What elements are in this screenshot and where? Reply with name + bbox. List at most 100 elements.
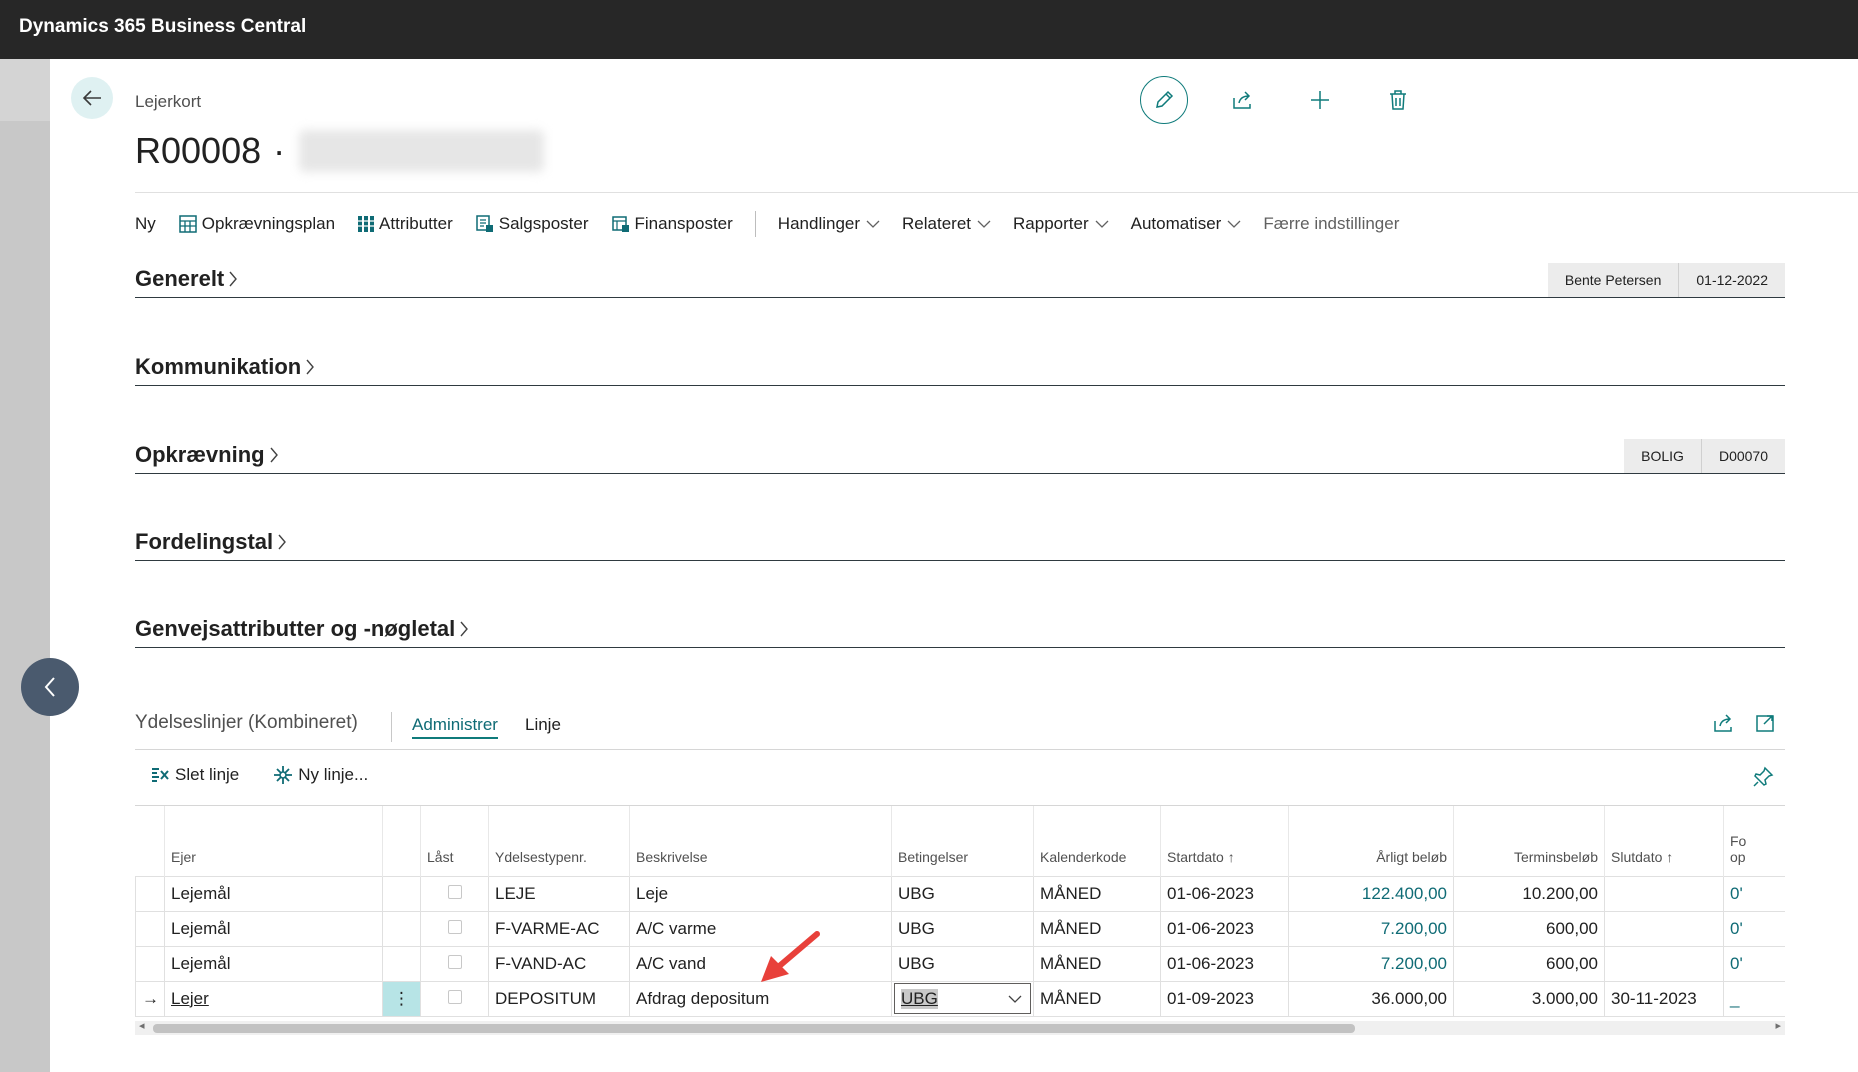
cell-service-type[interactable]: F-VAND-AC: [488, 945, 630, 982]
header-actions: [1140, 76, 1452, 124]
fewer-options-button[interactable]: Færre indstillinger: [1263, 214, 1399, 234]
column-header-sorted[interactable]: Startdato ↑: [1160, 806, 1289, 876]
cell-annual-amount[interactable]: 122.400,00: [1288, 875, 1454, 912]
delete-button[interactable]: [1374, 76, 1422, 124]
cell-truncated[interactable]: 0': [1723, 910, 1785, 947]
scroll-left-icon[interactable]: ◂: [139, 1019, 145, 1032]
delete-line-button[interactable]: Slet linje: [150, 765, 239, 785]
share-icon: [1233, 91, 1251, 109]
cell-end-date[interactable]: [1604, 875, 1724, 912]
table-row-current[interactable]: → Lejer ⋮ DEPOSITUM Afdrag depositum UBG…: [135, 980, 1785, 1017]
expand-icon: [1756, 715, 1774, 732]
cell-truncated[interactable]: 0': [1723, 945, 1785, 982]
action-sales-entries[interactable]: Salgsposter: [475, 214, 589, 234]
cell-calendar-code[interactable]: MÅNED: [1033, 875, 1161, 912]
row-menu-button[interactable]: ⋮: [382, 980, 421, 1017]
collapse-pane-button[interactable]: [21, 658, 79, 716]
cell-terms-editing[interactable]: UBG: [891, 980, 1034, 1017]
menu-actions[interactable]: Handlinger: [778, 214, 880, 234]
new-button[interactable]: [1296, 76, 1344, 124]
scroll-right-icon[interactable]: ▸: [1775, 1019, 1781, 1032]
column-header[interactable]: Terminsbeløb: [1453, 806, 1605, 876]
cell-term-amount[interactable]: 600,00: [1453, 945, 1605, 982]
cell-calendar-code[interactable]: MÅNED: [1033, 945, 1161, 982]
chevron-down-icon: [1227, 220, 1241, 229]
column-header[interactable]: Ejer: [164, 806, 383, 876]
column-header-truncated[interactable]: Fo op: [1723, 806, 1785, 876]
cell-terms[interactable]: UBG: [891, 945, 1034, 982]
action-attributes[interactable]: Attributter: [357, 214, 453, 234]
cell-term-amount[interactable]: 3.000,00: [1453, 980, 1605, 1017]
column-header-sorted[interactable]: Slutdato ↑: [1604, 806, 1724, 876]
fasttab-shortcut-attributes[interactable]: Genvejsattributter og -nøgletal: [135, 608, 1785, 648]
cell-truncated[interactable]: _: [1723, 980, 1785, 1017]
part-share-button[interactable]: [1712, 712, 1734, 734]
cell-end-date[interactable]: 30-11-2023: [1604, 980, 1724, 1017]
locked-checkbox[interactable]: [447, 954, 462, 969]
menu-reports[interactable]: Rapporter: [1013, 214, 1109, 234]
cell-end-date[interactable]: [1604, 910, 1724, 947]
fasttab-title: Genvejsattributter og -nøgletal: [135, 616, 456, 641]
cell-owner[interactable]: Lejemål: [164, 945, 383, 982]
chevron-right-icon: [305, 358, 315, 376]
cell-owner[interactable]: Lejemål: [164, 875, 383, 912]
menu-automate[interactable]: Automatiser: [1131, 214, 1242, 234]
action-collection-plan[interactable]: Opkrævningsplan: [178, 214, 335, 234]
cell-description[interactable]: Leje: [629, 875, 892, 912]
cell-owner[interactable]: Lejer: [164, 980, 383, 1017]
cell-start-date[interactable]: 01-06-2023: [1160, 910, 1289, 947]
tab-line[interactable]: Linje: [525, 715, 561, 735]
fasttab-summary: Bente Petersen 01-12-2022: [1547, 263, 1785, 297]
fasttab-communication[interactable]: Kommunikation: [135, 346, 1785, 386]
table-row[interactable]: Lejemål F-VAND-AC A/C vand UBG MÅNED 01-…: [135, 945, 1785, 982]
cell-service-type[interactable]: F-VARME-AC: [488, 910, 630, 947]
cell-service-type[interactable]: LEJE: [488, 875, 630, 912]
fasttab-general[interactable]: Generelt Bente Petersen 01-12-2022: [135, 258, 1785, 298]
cell-service-type[interactable]: DEPOSITUM: [488, 980, 630, 1017]
cell-start-date[interactable]: 01-09-2023: [1160, 980, 1289, 1017]
cell-terms[interactable]: UBG: [891, 875, 1034, 912]
cell-calendar-code[interactable]: MÅNED: [1033, 980, 1161, 1017]
table-row[interactable]: Lejemål LEJE Leje UBG MÅNED 01-06-2023 1…: [135, 875, 1785, 912]
cell-start-date[interactable]: 01-06-2023: [1160, 875, 1289, 912]
locked-checkbox[interactable]: [447, 919, 462, 934]
column-header[interactable]: Låst: [420, 806, 489, 876]
terms-dropdown[interactable]: UBG: [894, 983, 1031, 1014]
pin-button[interactable]: [1752, 766, 1774, 793]
cell-terms[interactable]: UBG: [891, 910, 1034, 947]
horizontal-scrollbar[interactable]: ◂ ▸: [135, 1019, 1785, 1035]
cell-annual-amount[interactable]: 36.000,00: [1288, 980, 1454, 1017]
tab-manage[interactable]: Administrer: [412, 715, 498, 739]
column-header[interactable]: Kalenderkode: [1033, 806, 1161, 876]
action-gl-entries[interactable]: Finansposter: [611, 214, 733, 234]
cell-start-date[interactable]: 01-06-2023: [1160, 945, 1289, 982]
column-header[interactable]: Beskrivelse: [629, 806, 892, 876]
cell-truncated[interactable]: 0': [1723, 875, 1785, 912]
fasttab-title: Opkrævning: [135, 442, 265, 467]
cell-term-amount[interactable]: 600,00: [1453, 910, 1605, 947]
column-header[interactable]: Ydelsestypenr.: [488, 806, 630, 876]
fasttab-collection[interactable]: Opkrævning BOLIG D00070: [135, 434, 1785, 474]
expand-button[interactable]: [1754, 712, 1776, 734]
back-button[interactable]: [71, 77, 113, 119]
locked-checkbox[interactable]: [447, 884, 462, 899]
fasttab-distribution[interactable]: Fordelingstal: [135, 521, 1785, 561]
new-line-button[interactable]: Ny linje...: [273, 765, 368, 785]
column-header[interactable]: Årligt beløb: [1288, 806, 1454, 876]
grid-header-row: Ejer Låst Ydelsestypenr. Beskrivelse Bet…: [135, 806, 1785, 876]
menu-related[interactable]: Relateret: [902, 214, 991, 234]
column-header[interactable]: Betingelser: [891, 806, 1034, 876]
cell-annual-amount[interactable]: 7.200,00: [1288, 945, 1454, 982]
cell-annual-amount[interactable]: 7.200,00: [1288, 910, 1454, 947]
table-row[interactable]: Lejemål F-VARME-AC A/C varme UBG MÅNED 0…: [135, 910, 1785, 947]
locked-checkbox[interactable]: [447, 989, 462, 1004]
cell-calendar-code[interactable]: MÅNED: [1033, 910, 1161, 947]
cell-owner[interactable]: Lejemål: [164, 910, 383, 947]
edit-button[interactable]: [1140, 76, 1188, 124]
action-new[interactable]: Ny: [135, 214, 156, 234]
scrollbar-thumb[interactable]: [153, 1024, 1355, 1033]
cell-term-amount[interactable]: 10.200,00: [1453, 875, 1605, 912]
share-button[interactable]: [1218, 76, 1266, 124]
cell-end-date[interactable]: [1604, 945, 1724, 982]
fasttab-title: Generelt: [135, 266, 225, 291]
